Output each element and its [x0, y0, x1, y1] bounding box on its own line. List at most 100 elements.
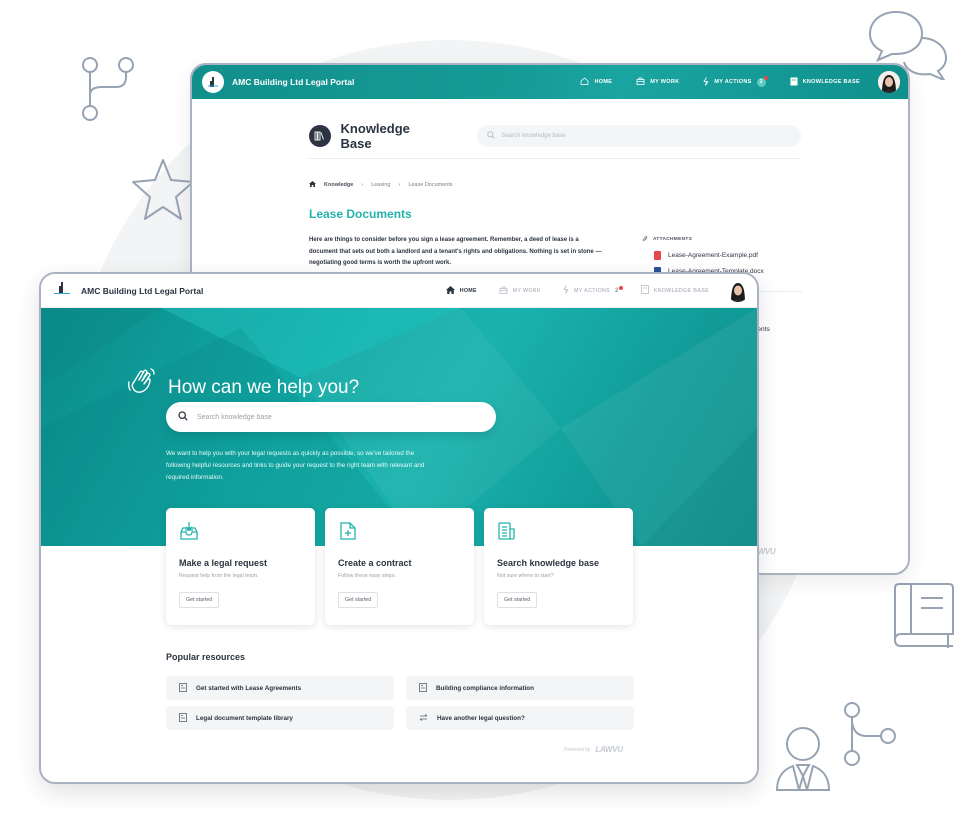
actions-count-badge: 2	[615, 285, 623, 294]
resource-label: Building compliance information	[436, 684, 534, 692]
breadcrumb-leasing[interactable]: Leasing	[371, 182, 390, 188]
user-avatar[interactable]	[878, 71, 900, 93]
search-icon	[178, 411, 188, 423]
kb-header: Knowledge Base Search knowledge base	[309, 120, 801, 159]
resource-label: Legal document template library	[196, 714, 293, 722]
book-icon	[893, 582, 955, 650]
company-logo[interactable]	[202, 71, 224, 93]
resource-link[interactable]: Building compliance information	[406, 676, 634, 700]
attachment-pdf[interactable]: Lease-Agreement-Example.pdf	[654, 251, 764, 260]
article-icon	[419, 682, 427, 694]
chevron-right-icon: ›	[361, 182, 364, 188]
home-icon	[445, 285, 455, 296]
popular-resources-list: Get started with Lease Agreements Buildi…	[166, 676, 634, 730]
kb-title: Knowledge Base	[340, 120, 410, 151]
resource-link[interactable]: Get started with Lease Agreements	[166, 676, 394, 700]
lightning-icon	[703, 76, 709, 88]
article-icon	[179, 682, 187, 694]
actions-count-badge: 2	[756, 75, 768, 87]
home-outline-icon	[580, 77, 589, 87]
nav-home-label: HOME	[594, 79, 613, 85]
nav-my-work[interactable]: MY WORK	[636, 77, 679, 87]
kb-search-input[interactable]: Search knowledge base	[477, 124, 801, 147]
article-icon	[179, 712, 187, 724]
card-subtitle: Request help from the legal team.	[179, 573, 259, 579]
card-subtitle: Not sure where to start?	[497, 573, 554, 579]
search-icon	[487, 130, 496, 141]
lightning-icon	[563, 285, 569, 296]
card-title: Search knowledge base	[497, 558, 600, 568]
notification-dot	[763, 75, 768, 80]
company-logo[interactable]	[53, 281, 71, 300]
nav-home[interactable]: HOME	[580, 77, 612, 87]
powered-by-label: Powered by	[564, 746, 591, 753]
nav-my-work-label: MY WORK	[650, 79, 680, 85]
pdf-icon	[654, 251, 661, 260]
person-suit-icon	[773, 724, 835, 794]
nav-my-actions-label: MY ACTIONS	[573, 287, 610, 294]
star-icon	[128, 155, 198, 225]
document-plus-icon	[338, 522, 358, 545]
attachment-name: Lease-Agreement-Example.pdf	[668, 252, 758, 259]
nav-my-work-label: MY WORK	[512, 287, 541, 294]
powered-by: Powered by LAWVU	[564, 745, 623, 754]
nav-knowledge-base-label: KNOWLEDGE BASE	[653, 287, 709, 294]
user-avatar[interactable]	[727, 279, 749, 302]
home-icon	[309, 181, 316, 189]
document-body: Here are things to consider before you s…	[309, 237, 602, 266]
main-nav: HOME MY WORK MY ACTIONS 2 KNOWLEDGE BASE	[580, 75, 860, 88]
get-started-button[interactable]: Get started	[338, 592, 379, 608]
hero-search-placeholder: Search knowledge base	[197, 413, 272, 421]
nav-knowledge-base[interactable]: KNOWLEDGE BASE	[790, 77, 860, 88]
portal-name[interactable]: AMC Building Ltd Legal Portal	[232, 77, 354, 87]
nav-my-actions[interactable]: MY ACTIONS 2	[563, 285, 623, 296]
main-nav: HOME MY WORK MY ACTIONS 2 KNOWLEDGE BASE	[445, 285, 709, 296]
portal-name[interactable]: AMC Building Ltd Legal Portal	[81, 286, 203, 296]
get-started-button[interactable]: Get started	[179, 592, 220, 608]
breadcrumb-knowledge[interactable]: Knowledge	[324, 182, 353, 188]
attachments-header: ATTACHMENTS	[642, 235, 764, 244]
nav-my-actions-label: MY ACTIONS	[714, 79, 752, 85]
swap-arrows-icon	[419, 713, 428, 723]
notification-dot	[618, 285, 623, 290]
hero-search-input[interactable]: Search knowledge base	[166, 402, 496, 432]
attachments-panel: ATTACHMENTS Lease-Agreement-Example.pdf …	[642, 235, 764, 276]
chevron-right-icon: ›	[398, 182, 401, 188]
briefcase-icon	[499, 286, 508, 296]
attachments-label: ATTACHMENTS	[653, 237, 693, 242]
books-icon	[309, 124, 331, 147]
resource-link[interactable]: Legal document template library	[166, 706, 394, 730]
resource-link[interactable]: Have another legal question?	[406, 706, 634, 730]
document-title: Lease Documents	[309, 207, 412, 221]
card-search-knowledge-base[interactable]: Search knowledge base Not sure where to …	[484, 508, 633, 625]
breadcrumb: Knowledge › Leasing › Lease Documents	[309, 181, 453, 189]
hero-title: How can we help you?	[168, 376, 360, 398]
legal-portal-home-window: AMC Building Ltd Legal Portal HOME MY WO…	[39, 272, 759, 784]
lawvu-logo[interactable]: LAWVU	[595, 745, 623, 754]
top-nav-bar: AMC Building Ltd Legal Portal HOME MY WO…	[192, 65, 908, 99]
nav-home-label: HOME	[459, 287, 477, 294]
nav-knowledge-base-label: KNOWLEDGE BASE	[802, 79, 860, 85]
briefcase-icon	[636, 77, 645, 87]
resource-label: Get started with Lease Agreements	[196, 684, 302, 692]
resource-label: Have another legal question?	[437, 714, 525, 722]
action-cards: Make a legal request Request help from t…	[166, 508, 633, 625]
hero-description: We want to help you with your legal requ…	[166, 450, 425, 481]
nav-home[interactable]: HOME	[445, 285, 477, 296]
paperclip-icon	[642, 235, 648, 244]
hero-heading: How can we help you?	[126, 366, 359, 401]
top-nav-bar: AMC Building Ltd Legal Portal HOME MY WO…	[41, 274, 757, 308]
nav-knowledge-base[interactable]: KNOWLEDGE BASE	[640, 285, 709, 296]
card-create-contract[interactable]: Create a contract Follow these easy step…	[325, 508, 474, 625]
nav-my-actions[interactable]: MY ACTIONS 2	[703, 75, 768, 88]
card-title: Create a contract	[338, 558, 412, 568]
popular-resources-heading: Popular resources	[166, 652, 246, 662]
card-title: Make a legal request	[179, 558, 268, 568]
git-branch-icon	[80, 55, 140, 125]
get-started-button[interactable]: Get started	[497, 592, 538, 608]
kb-search-placeholder: Search knowledge base	[501, 132, 566, 139]
inbox-tray-icon	[179, 522, 199, 545]
card-make-legal-request[interactable]: Make a legal request Request help from t…	[166, 508, 315, 625]
book-icon	[640, 285, 649, 296]
nav-my-work[interactable]: MY WORK	[499, 286, 541, 296]
